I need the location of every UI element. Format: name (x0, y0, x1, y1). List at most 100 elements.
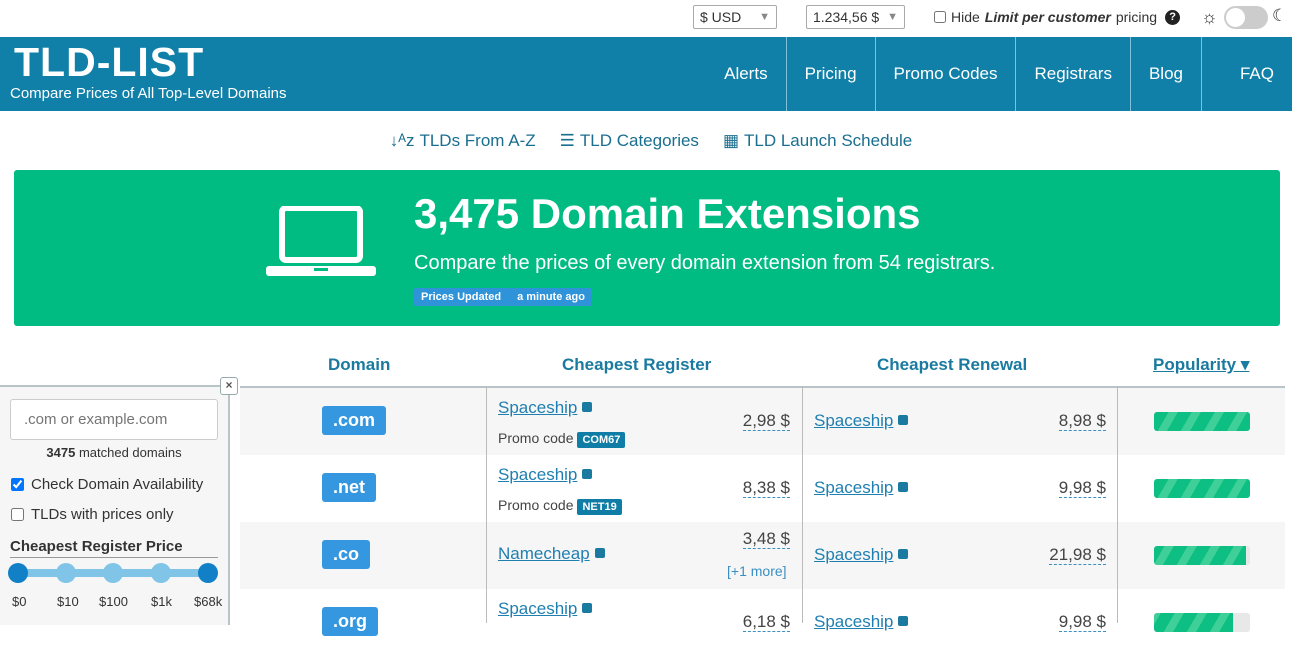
slider-step[interactable] (103, 563, 123, 583)
site-header: TLD-LIST Compare Prices of All Top-Level… (0, 37, 1292, 111)
slider-step[interactable] (150, 563, 171, 583)
nav-pricing[interactable]: Pricing (785, 37, 875, 111)
sub-nav: ↓ᴬz TLDs From A-Z ☰ TLD Categories ▦ TLD La… (0, 111, 1292, 170)
register-registrar-link[interactable]: Namecheap (498, 544, 605, 564)
slider-handle-max[interactable] (198, 563, 218, 583)
currency-select[interactable]: $ USD ▼ (693, 5, 777, 29)
nav-promo-codes[interactable]: Promo Codes (874, 37, 1016, 111)
list-icon: ☰ (559, 130, 575, 150)
divider (486, 386, 487, 623)
col-cheapest-renewal[interactable]: Cheapest Renewal (877, 355, 1027, 375)
tld-search-input[interactable] (10, 399, 218, 440)
popularity-bar (1154, 479, 1250, 498)
popularity-bar (1154, 546, 1250, 565)
tick-label: $0 (12, 594, 27, 609)
nav-faq[interactable]: FAQ (1200, 37, 1292, 111)
tld-badge[interactable]: .com (322, 406, 387, 435)
slider-handle-min[interactable] (8, 563, 28, 583)
popularity-fill (1154, 479, 1250, 498)
table-row: .co Namecheap 3,48 $ Spaceship 21,98 $ [… (240, 522, 1285, 589)
promo-info: Promo code COM67 (498, 430, 626, 448)
check-availability-checkbox[interactable] (11, 478, 24, 491)
external-link-icon (582, 469, 593, 479)
register-registrar-link[interactable]: Spaceship (498, 465, 593, 485)
filter-panel: 3475 matched domains Check Domain Availa… (0, 385, 230, 625)
banner-title: 3,475 Domain Extensions (414, 190, 921, 237)
calendar-icon: ▦ (722, 130, 739, 150)
register-price[interactable]: 6,18 $ (742, 612, 790, 632)
table-row: .com Spaceship 2,98 $ Spaceship 8,98 $ P… (240, 388, 1285, 455)
hide-limit-checkbox[interactable] (934, 11, 946, 23)
banner-subtitle: Compare the prices of every domain exten… (414, 252, 996, 274)
more-prices-link[interactable]: [+1 more] (727, 563, 787, 579)
renewal-registrar-link[interactable]: Spaceship (814, 545, 909, 565)
sun-icon: ☼ (1201, 7, 1218, 27)
tagline: Compare Prices of All Top-Level Domains (10, 85, 287, 102)
tick-label: $100 (99, 594, 128, 609)
help-icon[interactable]: ? (1165, 9, 1181, 25)
laptop-icon (266, 206, 376, 276)
renewal-price[interactable]: 21,98 $ (1049, 545, 1106, 565)
logo[interactable]: TLD-LIST (14, 39, 204, 86)
register-registrar-link[interactable]: Spaceship (498, 398, 593, 418)
top-bar: $ USD ▼ 1.234,56 $ ▼ Hide Limit per custome… (0, 0, 1292, 37)
renewal-price[interactable]: 8,98 $ (1058, 411, 1106, 431)
renewal-price[interactable]: 9,98 $ (1058, 478, 1106, 498)
popularity-bar (1154, 412, 1250, 431)
prices-updated-badge: Prices Updated a minute ago (414, 288, 592, 306)
tlds-a-z-link[interactable]: ↓ᴬz TLDs From A-Z (390, 131, 536, 151)
tick-label: $10 (57, 594, 79, 609)
price-range-slider[interactable] (8, 563, 218, 583)
moon-icon: ☾ (1272, 6, 1288, 25)
promo-code-badge[interactable]: NET19 (577, 499, 622, 515)
tld-badge[interactable]: .net (322, 473, 377, 502)
register-price[interactable]: 3,48 $ (742, 529, 790, 549)
nav-registrars[interactable]: Registrars (1015, 37, 1129, 111)
external-link-icon (582, 603, 593, 613)
chevron-down-icon: ▼ (887, 11, 898, 23)
renewal-price[interactable]: 9,98 $ (1058, 612, 1106, 632)
renewal-registrar-link[interactable]: Spaceship (814, 612, 909, 632)
renewal-registrar-link[interactable]: Spaceship (814, 478, 909, 498)
chevron-down-icon: ▼ (759, 11, 770, 23)
tld-table: .com Spaceship 2,98 $ Spaceship 8,98 $ P… (240, 386, 1285, 656)
nav-alerts[interactable]: Alerts (706, 37, 785, 111)
popularity-fill (1154, 546, 1247, 565)
slider-step[interactable] (55, 563, 76, 583)
external-link-icon (582, 402, 593, 412)
external-link-icon (898, 482, 909, 492)
register-price[interactable]: 8,38 $ (742, 478, 790, 498)
prices-only-option[interactable]: TLDs with prices only (11, 506, 174, 523)
number-format-select[interactable]: 1.234,56 $ ▼ (806, 5, 905, 29)
popularity-fill (1154, 412, 1250, 431)
external-link-icon (898, 415, 909, 425)
register-price[interactable]: 2,98 $ (742, 411, 790, 431)
table-row: .net Spaceship 8,38 $ Spaceship 9,98 $ P… (240, 455, 1285, 522)
col-popularity-sort[interactable]: Popularity ▾ (1153, 355, 1249, 375)
main-nav: Alerts Pricing Promo Codes Registrars Bl… (706, 37, 1292, 111)
col-domain[interactable]: Domain (328, 355, 390, 375)
tld-launch-schedule-link[interactable]: ▦ TLD Launch Schedule (723, 131, 912, 151)
tld-badge[interactable]: .co (322, 540, 371, 569)
price-filter-title: Cheapest Register Price (10, 538, 218, 558)
col-cheapest-register[interactable]: Cheapest Register (562, 355, 711, 375)
renewal-registrar-link[interactable]: Spaceship (814, 411, 909, 431)
check-availability-option[interactable]: Check Domain Availability (11, 476, 203, 493)
external-link-icon (898, 616, 909, 626)
tld-categories-link[interactable]: ☰ TLD Categories (560, 131, 699, 151)
nav-blog[interactable]: Blog (1129, 37, 1201, 111)
dark-mode-toggle[interactable] (1224, 6, 1268, 29)
hide-limit-toggle[interactable]: Hide Limit per customer pricing? (934, 9, 1181, 25)
sort-alpha-icon: ↓ᴬz (389, 130, 415, 150)
promo-code-badge[interactable]: COM67 (577, 432, 626, 448)
promo-info: Promo code NET19 (498, 497, 622, 515)
close-panel-button[interactable]: × (220, 377, 238, 395)
prices-only-checkbox[interactable] (11, 508, 24, 521)
tld-badge[interactable]: .org (322, 607, 378, 636)
hero-banner: 3,475 Domain Extensions Compare the pric… (14, 170, 1280, 326)
tick-label: $1k (151, 594, 172, 609)
divider (1117, 386, 1118, 623)
divider (802, 386, 803, 623)
register-registrar-link[interactable]: Spaceship (498, 599, 593, 619)
external-link-icon (594, 548, 605, 558)
